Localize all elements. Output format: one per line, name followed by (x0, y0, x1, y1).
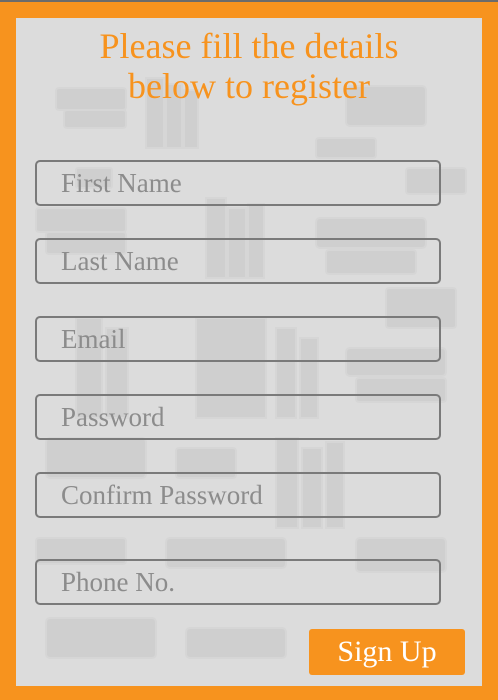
page-title: Please fill the details below to registe… (16, 26, 482, 106)
title-line-2: below to register (128, 66, 370, 106)
password-field[interactable] (35, 394, 441, 440)
page-frame: Please fill the details below to registe… (0, 0, 498, 700)
sign-up-button[interactable]: Sign Up (309, 629, 465, 675)
registration-panel: Please fill the details below to registe… (16, 18, 482, 686)
last-name-field[interactable] (35, 238, 441, 284)
title-line-1: Please fill the details (99, 26, 399, 66)
phone-number-field[interactable] (35, 559, 441, 605)
confirm-password-field[interactable] (35, 472, 441, 518)
first-name-field[interactable] (35, 160, 441, 206)
email-field[interactable] (35, 316, 441, 362)
